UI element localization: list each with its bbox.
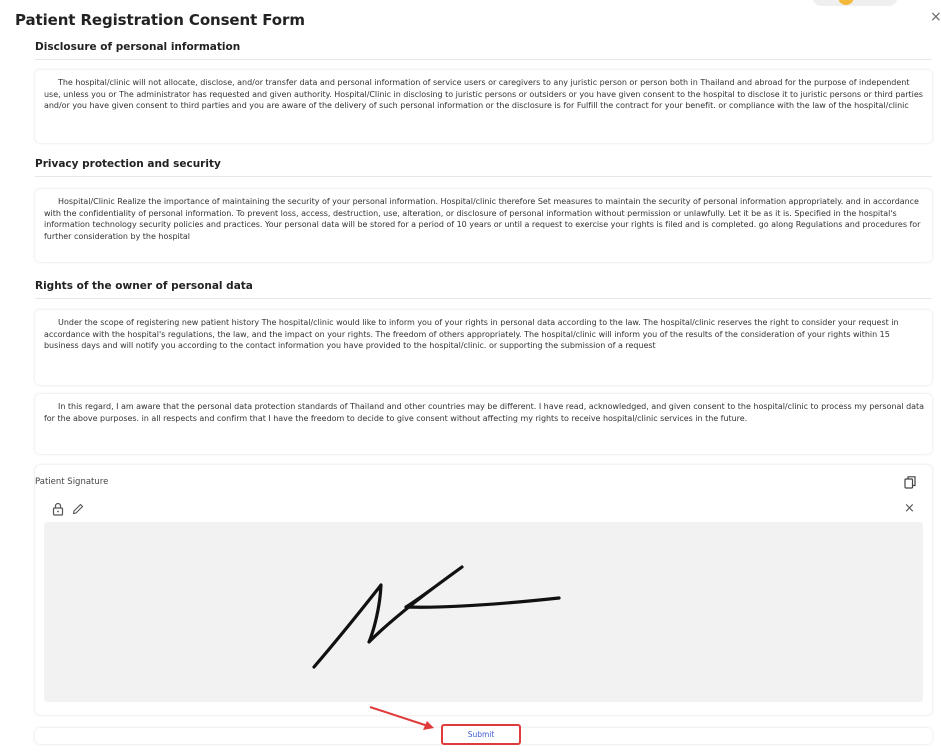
dialog-header: Patient Registration Consent Form × [0,0,941,40]
section-divider [35,176,932,177]
section-heading-rights: Rights of the owner of personal data [35,280,253,292]
rights-paragraph: Under the scope of registering new patie… [44,318,899,351]
signature-pad[interactable] [44,522,923,702]
signature-label-text: Patient Signature [35,477,109,487]
clear-icon[interactable]: × [904,501,915,516]
section-heading-disclosure: Disclosure of personal information [35,41,241,53]
signature-card: Patient Signature × [35,465,932,715]
consent-card: In this regard, I am aware that the pers… [35,394,932,454]
submit-button[interactable]: Submit [441,724,521,745]
page-title: Patient Registration Consent Form [15,11,305,29]
pencil-icon[interactable] [72,503,84,515]
section-divider [35,59,932,60]
section-heading-privacy: Privacy protection and security [35,158,221,170]
annotation-arrow [369,706,434,730]
corner-badge [812,0,898,6]
rights-card: Under the scope of registering new patie… [35,310,932,385]
close-icon[interactable]: × [930,9,941,25]
copy-icon[interactable] [903,475,917,489]
section-divider [35,298,932,299]
privacy-card: Hospital/Clinic Realize the importance o… [35,189,932,262]
disclosure-card: The hospital/clinic will not allocate, d… [35,70,932,143]
lock-icon[interactable] [51,502,65,516]
signature-stroke [312,565,561,669]
consent-paragraph: In this regard, I am aware that the pers… [44,402,925,423]
disclosure-paragraph: The hospital/clinic will not allocate, d… [44,78,923,111]
privacy-paragraph: Hospital/Clinic Realize the importance o… [44,197,921,241]
